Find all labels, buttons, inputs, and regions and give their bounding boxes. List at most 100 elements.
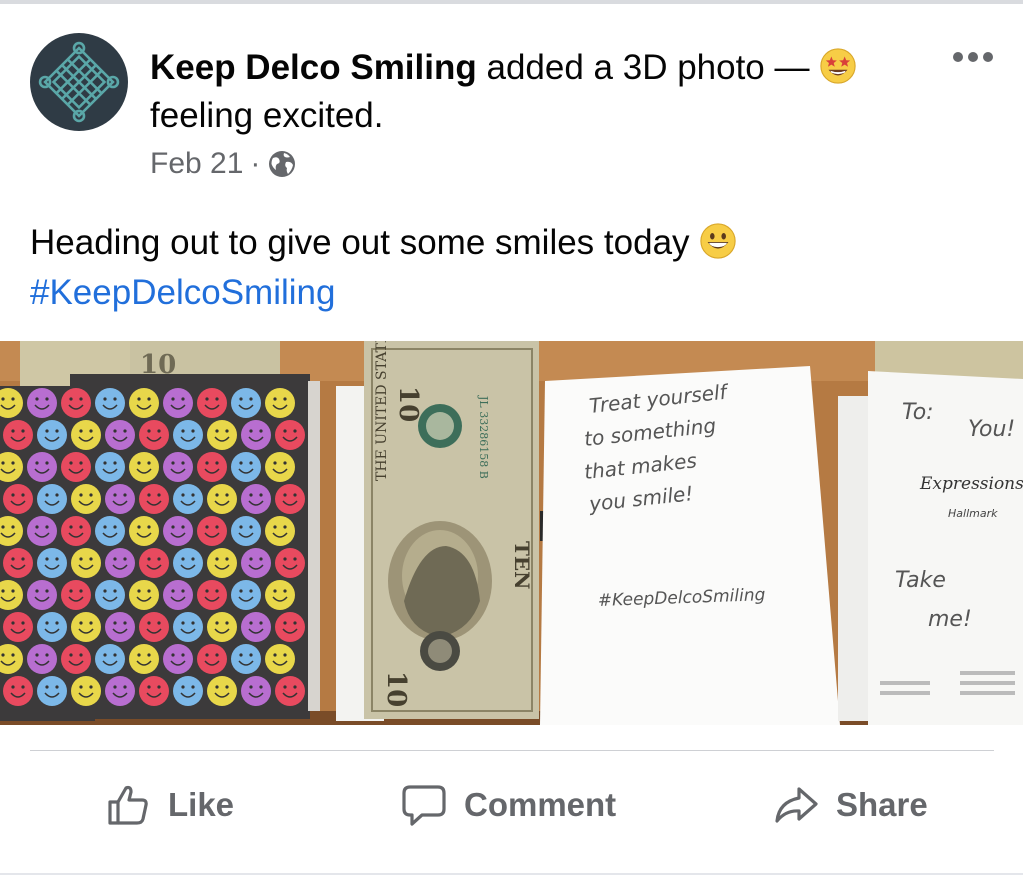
smiley-sticker <box>3 484 33 514</box>
smiley-sticker <box>241 420 271 450</box>
smiley-sticker <box>95 644 125 674</box>
smiley-sticker <box>275 484 305 514</box>
smiley-sticker <box>37 676 67 706</box>
svg-text:10: 10 <box>381 671 411 707</box>
smiley-sticker <box>3 548 33 578</box>
smiley-sticker <box>129 580 159 610</box>
post-body-text: Heading out to give out some smiles toda… <box>30 223 690 262</box>
smiley-sticker <box>275 676 305 706</box>
smiley-sticker <box>139 420 169 450</box>
smiley-sticker <box>173 676 203 706</box>
smiley-sticker <box>71 612 101 642</box>
meta-separator: · <box>250 147 261 180</box>
smiley-sticker <box>129 388 159 418</box>
smiley-sticker <box>173 548 203 578</box>
smiley-sticker <box>105 548 135 578</box>
smiley-sticker <box>37 612 67 642</box>
smiley-sticker <box>207 676 237 706</box>
smiley-sticker <box>139 612 169 642</box>
svg-text:TEN: TEN <box>510 541 534 589</box>
more-options-icon[interactable] <box>948 44 998 70</box>
svg-text:Take: Take <box>895 568 946 593</box>
feeling-text: feeling excited. <box>150 96 384 135</box>
page-avatar[interactable] <box>30 33 128 131</box>
smiley-sticker <box>71 548 101 578</box>
svg-text:You!: You! <box>968 417 1015 442</box>
smiley-sticker <box>95 516 125 546</box>
smiley-sticker <box>163 452 193 482</box>
smiley-sticker <box>275 420 305 450</box>
smiley-sticker <box>27 644 57 674</box>
message-card: Treat yourself to something that makes y… <box>540 366 840 725</box>
smiley-sticker <box>27 516 57 546</box>
smiley-sticker <box>241 676 271 706</box>
smiley-sticker <box>71 484 101 514</box>
smiley-sticker <box>231 388 261 418</box>
top-divider <box>0 0 1023 4</box>
post-action-text: added a 3D photo — <box>486 48 810 87</box>
grinning-face-emoji-icon <box>699 222 737 260</box>
smiley-sticker <box>163 388 193 418</box>
gift-card: To: You! Expressions Hallmark Take me! <box>838 371 1023 725</box>
like-button[interactable]: Like <box>104 770 234 840</box>
photo-illustration: 10 THE UNITED STATES OF AMERICA TEN 10 1… <box>0 341 1023 725</box>
post-3d-photo[interactable]: 10 THE UNITED STATES OF AMERICA TEN 10 1… <box>0 341 1023 725</box>
smiley-sticker <box>3 676 33 706</box>
svg-text:Hallmark: Hallmark <box>948 507 998 520</box>
smiley-sticker <box>3 612 33 642</box>
smiley-sticker <box>207 420 237 450</box>
hashtag-link[interactable]: #KeepDelcoSmiling <box>30 273 335 312</box>
smiley-sticker <box>95 580 125 610</box>
smiley-sticker <box>61 580 91 610</box>
comment-bubble-icon <box>402 785 446 826</box>
smiley-sticker <box>105 420 135 450</box>
share-arrow-icon <box>775 787 818 823</box>
smiley-sticker <box>27 388 57 418</box>
svg-text:To:: To: <box>902 400 934 425</box>
smiley-sticker <box>241 612 271 642</box>
smiley-sticker <box>241 548 271 578</box>
star-struck-emoji-icon <box>819 47 857 85</box>
smiley-sticker <box>27 452 57 482</box>
smiley-sticker <box>163 516 193 546</box>
endless-knot-logo-icon <box>38 41 120 123</box>
like-label: Like <box>168 786 235 823</box>
bottom-divider <box>0 873 1023 875</box>
smiley-sticker <box>105 612 135 642</box>
smiley-sticker <box>139 548 169 578</box>
smiley-sticker <box>173 612 203 642</box>
svg-text:THE UNITED STATES OF AMERICA: THE UNITED STATES OF AMERICA <box>374 341 390 481</box>
comment-button[interactable]: Comment <box>400 770 616 840</box>
smiley-sticker <box>265 516 295 546</box>
smiley-sticker <box>37 548 67 578</box>
smiley-sticker <box>265 452 295 482</box>
smiley-sticker <box>197 644 227 674</box>
smiley-sticker <box>275 612 305 642</box>
globe-icon[interactable] <box>267 149 297 179</box>
smiley-sticker <box>197 580 227 610</box>
smiley-sticker <box>265 580 295 610</box>
smiley-sticker <box>61 388 91 418</box>
smiley-sticker <box>129 452 159 482</box>
smiley-sticker <box>61 452 91 482</box>
smiley-sticker <box>207 484 237 514</box>
smiley-sticker <box>105 676 135 706</box>
smiley-sticker <box>139 676 169 706</box>
smiley-sticker <box>163 644 193 674</box>
ten-dollar-bill: THE UNITED STATES OF AMERICA TEN 10 10 J… <box>364 341 546 719</box>
smiley-sticker <box>163 580 193 610</box>
author-name-link[interactable]: Keep Delco Smiling <box>150 48 477 87</box>
share-button[interactable]: Share <box>772 770 928 840</box>
post-meta: Feb 21 · <box>150 144 297 184</box>
svg-text:me!: me! <box>928 607 972 632</box>
smiley-sticker <box>129 516 159 546</box>
thumbs-up-icon <box>108 785 148 825</box>
smiley-sticker <box>173 484 203 514</box>
svg-text:10: 10 <box>393 386 423 422</box>
smiley-sticker <box>139 484 169 514</box>
smiley-sticker <box>95 388 125 418</box>
post-header: Keep Delco Smiling added a 3D photo — fe… <box>150 44 910 140</box>
smiley-sticker <box>71 420 101 450</box>
post-date-link[interactable]: Feb 21 <box>150 144 243 184</box>
smiley-sticker <box>275 548 305 578</box>
